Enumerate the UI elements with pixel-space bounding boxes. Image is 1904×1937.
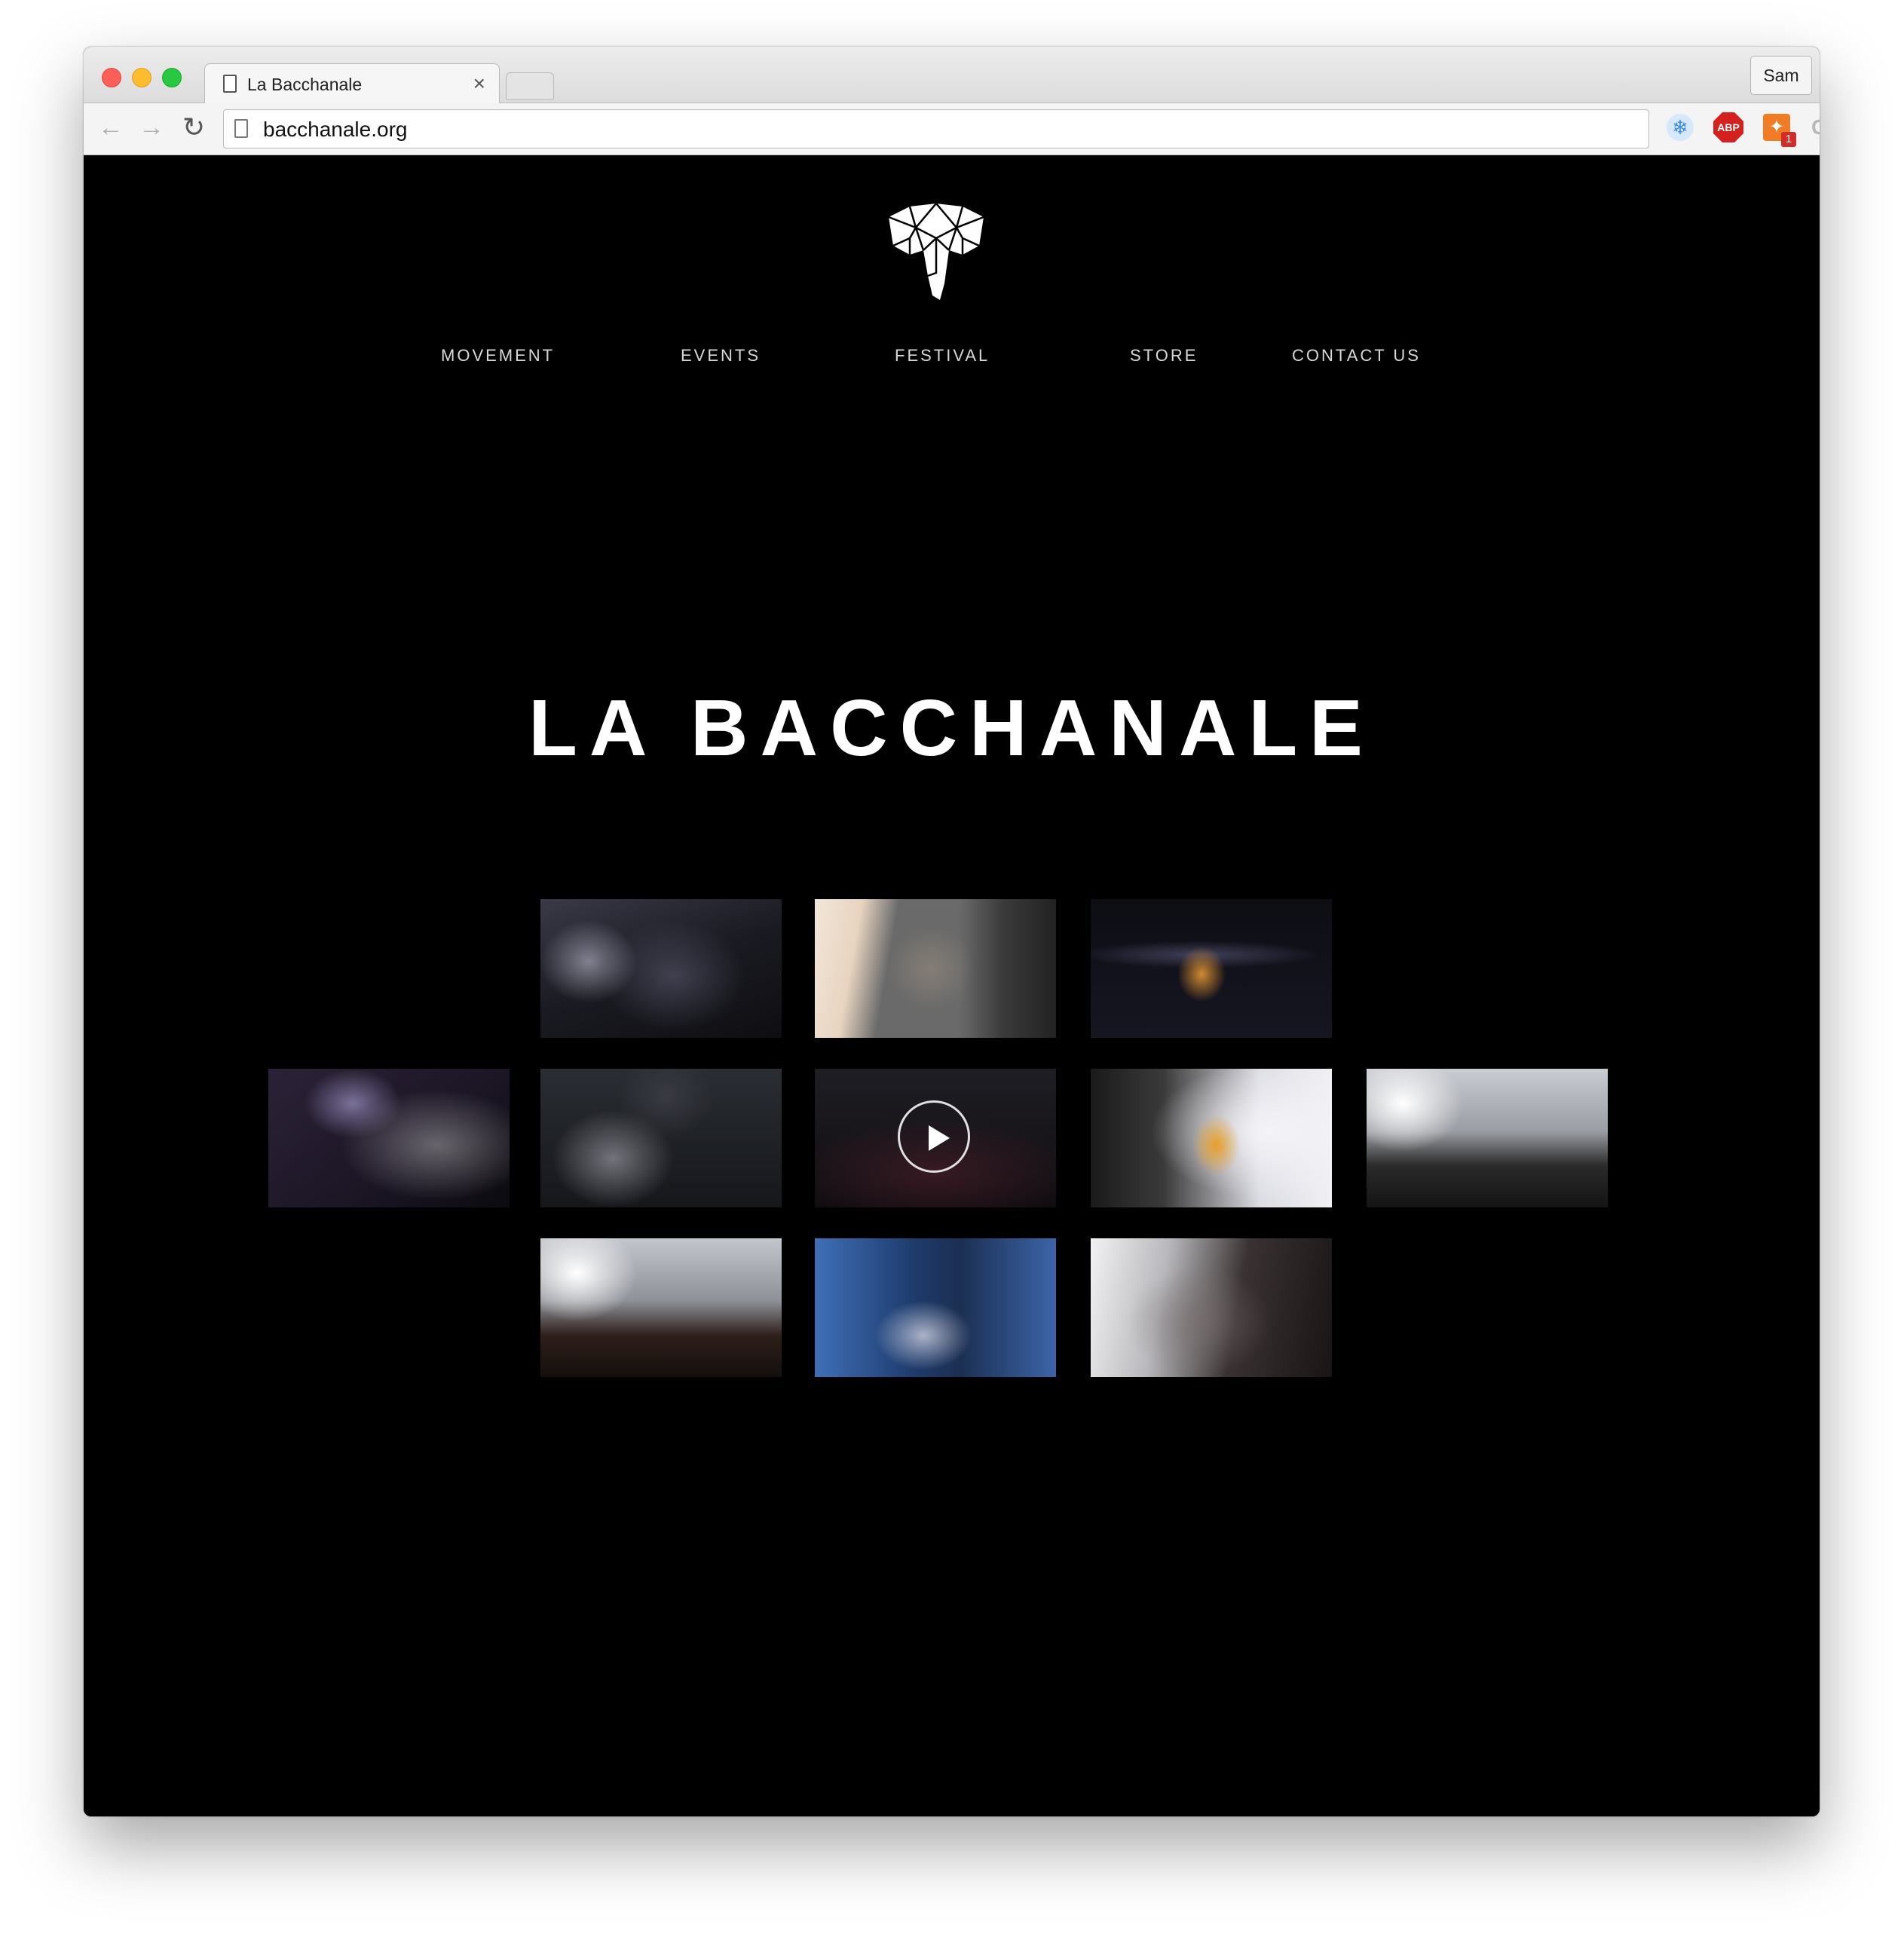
nav-link-festival[interactable]: FESTIVAL <box>895 346 990 366</box>
elephant-logo[interactable] <box>880 200 993 304</box>
tab-title: La Bacchanale <box>247 75 363 94</box>
gallery-photo-dj-mixer[interactable] <box>268 1069 510 1207</box>
tab-bar: La Bacchanale × Sam <box>84 47 1820 105</box>
main-nav: MOVEMENT EVENTS FESTIVAL STORE CONTACT U… <box>84 346 1820 376</box>
page-content: MOVEMENT EVENTS FESTIVAL STORE CONTACT U… <box>84 155 1820 1816</box>
gallery-photo-blue-stage[interactable] <box>815 1238 1056 1377</box>
document-icon <box>223 75 237 93</box>
page-title: LA BACCHANALE <box>528 684 1375 773</box>
snowflake-extension-icon[interactable]: ❄ <box>1667 114 1694 141</box>
play-icon[interactable] <box>898 1100 970 1173</box>
gallery-photo-dj-decks[interactable] <box>540 1069 782 1207</box>
gallery-photo-dancer[interactable] <box>1091 1238 1332 1377</box>
gallery-photo-crowd-jacket[interactable] <box>1091 1069 1332 1207</box>
minimize-window-button[interactable] <box>132 68 152 87</box>
back-arrow-icon[interactable]: ← <box>96 112 126 142</box>
close-window-button[interactable] <box>102 68 121 87</box>
profile-button[interactable]: Sam <box>1750 56 1812 95</box>
gallery-video-crowd[interactable] <box>815 1069 1056 1207</box>
nav-link-contact-us[interactable]: CONTACT US <box>1292 346 1421 366</box>
nav-link-store[interactable]: STORE <box>1130 346 1198 366</box>
nav-link-movement[interactable]: MOVEMENT <box>441 346 555 366</box>
gl-extension-icon[interactable]: GL <box>1811 114 1820 141</box>
browser-toolbar: ← → ↻ bacchanale.org ❄ ABP ✦ 1 GL <box>84 103 1820 155</box>
adblock-plus-icon[interactable]: ABP <box>1713 112 1743 142</box>
new-tab-button[interactable] <box>506 72 554 99</box>
page-icon <box>234 119 248 138</box>
gallery-photo-dj-booth[interactable] <box>540 899 782 1038</box>
gallery-photo-vinyl-record[interactable] <box>1091 899 1332 1038</box>
url-text[interactable]: bacchanale.org <box>263 118 407 142</box>
hubspot-extension-icon[interactable]: ✦ 1 <box>1763 114 1796 147</box>
forward-arrow-icon[interactable]: → <box>136 112 167 142</box>
maximize-window-button[interactable] <box>162 68 182 87</box>
gallery-photo-dj-speaker[interactable] <box>815 899 1056 1038</box>
close-tab-icon[interactable]: × <box>473 72 485 96</box>
notification-badge: 1 <box>1781 132 1796 147</box>
gallery-photo-crowd-lights[interactable] <box>1367 1069 1608 1207</box>
address-bar[interactable]: bacchanale.org <box>223 109 1649 148</box>
reload-icon[interactable]: ↻ <box>179 112 209 142</box>
browser-window: La Bacchanale × Sam ← → ↻ bacchanale.org… <box>84 47 1820 1816</box>
browser-tab[interactable]: La Bacchanale × <box>204 63 500 105</box>
gallery-photo-crowd-hands[interactable] <box>540 1238 782 1377</box>
nav-link-events[interactable]: EVENTS <box>681 346 761 366</box>
